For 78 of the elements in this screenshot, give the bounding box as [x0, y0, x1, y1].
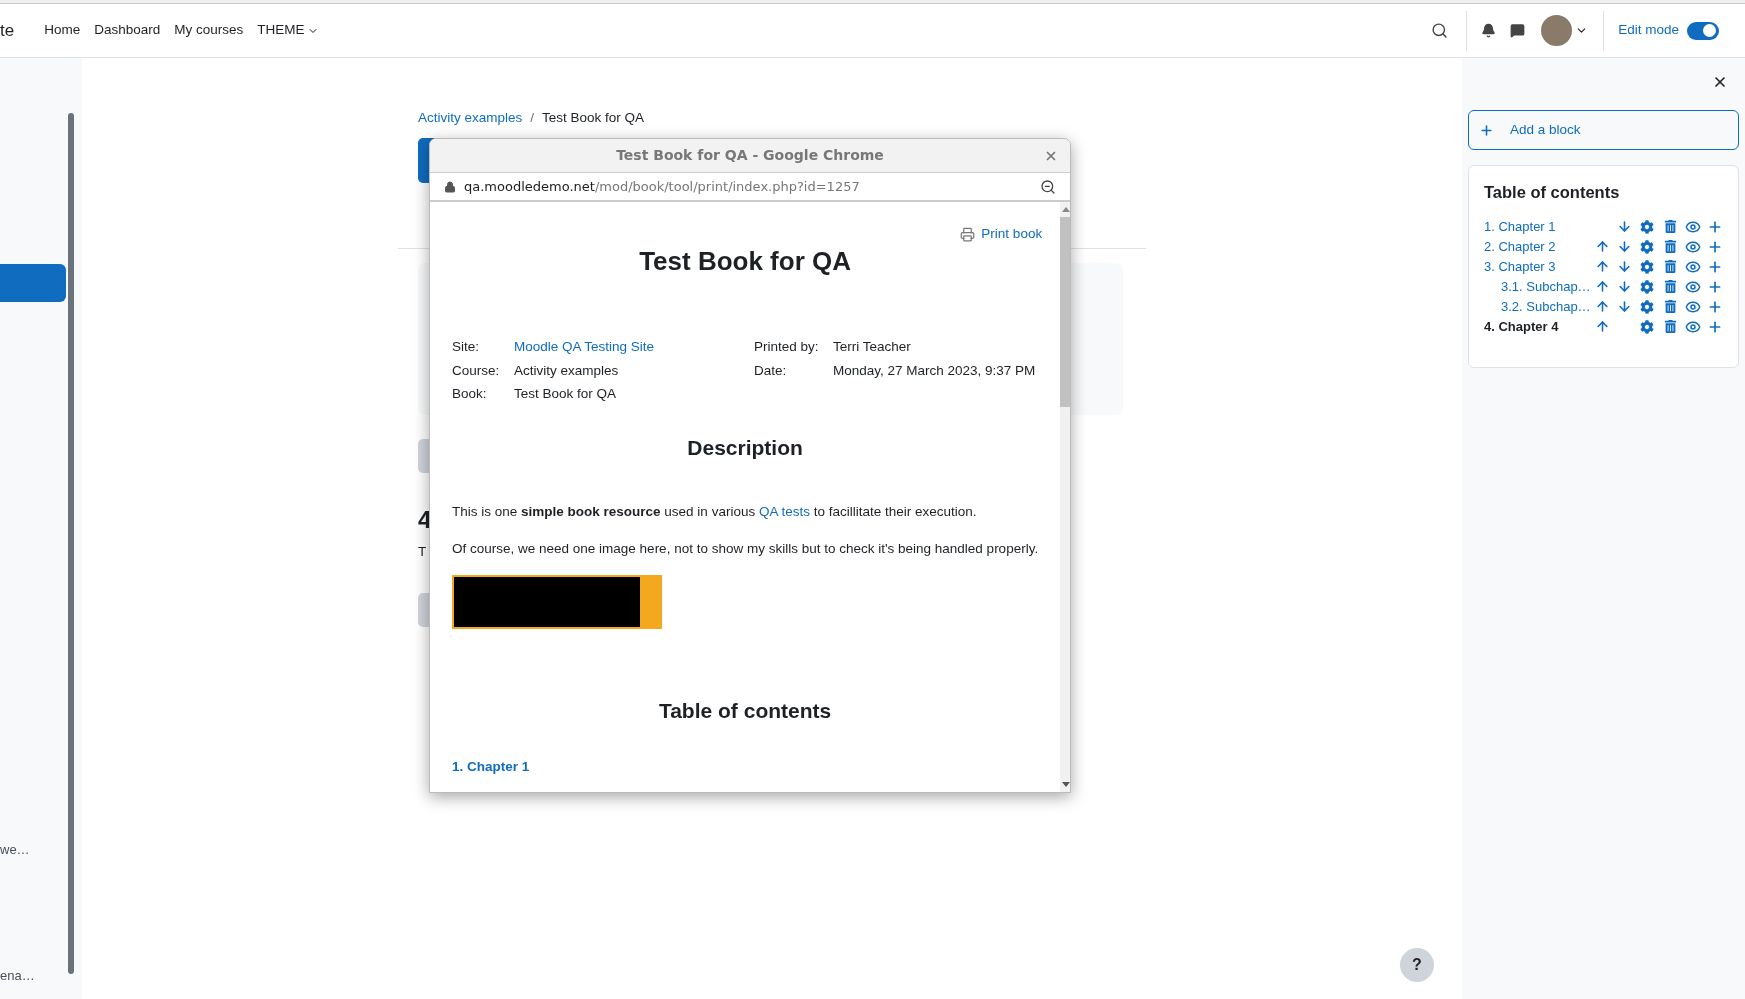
breadcrumb-separator: / — [530, 109, 535, 127]
edit-mode-toggle[interactable] — [1687, 21, 1719, 40]
delete-icon[interactable] — [1664, 280, 1677, 294]
delete-icon[interactable] — [1664, 220, 1677, 234]
book-title: Test Book for QA — [639, 245, 851, 279]
toc-link[interactable]: 3.1. Subchap… — [1484, 277, 1594, 297]
section-heading: 4 — [418, 508, 432, 533]
settings-icon[interactable] — [1640, 219, 1654, 234]
move-up-icon[interactable] — [1594, 279, 1610, 295]
toc-link[interactable]: 3. Chapter 3 — [1484, 257, 1594, 277]
avatar[interactable] — [1541, 15, 1573, 46]
nav-link[interactable]: Dashboard — [94, 20, 161, 41]
move-up-icon[interactable] — [1594, 299, 1610, 315]
toc-link[interactable]: 3.2. Subchap… — [1484, 297, 1594, 317]
plus-icon — [1479, 122, 1494, 138]
settings-icon[interactable] — [1640, 319, 1654, 334]
section-heading: Description — [687, 435, 803, 461]
popup-scrollbar[interactable] — [1060, 202, 1070, 792]
meta-value: Terri Teacher — [833, 338, 911, 357]
url-text: qa.moodledemo.net/mod/book/tool/print/index.php?id=1257 — [464, 177, 860, 196]
toc-link[interactable]: 2. Chapter 2 — [1484, 237, 1594, 257]
zoom-out-icon[interactable] — [1040, 178, 1056, 195]
move-down-icon[interactable] — [1616, 239, 1632, 255]
current-page-label: Test Book for QA — [542, 109, 645, 127]
qa-tests-link[interactable]: QA tests — [758, 503, 810, 519]
section-heading: Table of contents — [658, 698, 832, 724]
bell-icon[interactable] — [1481, 23, 1497, 38]
scroll-up-icon[interactable] — [1061, 207, 1070, 212]
site-link[interactable]: Moodle QA Testing Site — [514, 337, 655, 358]
delete-icon[interactable] — [1664, 240, 1677, 254]
section-text: T — [418, 543, 427, 562]
drawer-item-label[interactable]: ena… — [0, 965, 68, 985]
move-down-icon[interactable] — [1616, 259, 1632, 275]
add-block-button[interactable]: Add a block — [1468, 110, 1739, 150]
scroll-down-icon[interactable] — [1061, 782, 1070, 787]
move-up-icon[interactable] — [1594, 259, 1610, 275]
edit-mode-label: Edit mode — [1618, 21, 1679, 40]
print-book-link[interactable]: Print book — [960, 224, 1043, 245]
meta-value: Activity examples — [514, 361, 619, 380]
printer-icon — [960, 226, 976, 242]
close-icon[interactable] — [1712, 74, 1728, 90]
settings-icon[interactable] — [1640, 279, 1654, 294]
scrollbar[interactable] — [68, 113, 74, 974]
settings-icon[interactable] — [1640, 239, 1654, 254]
delete-icon[interactable] — [1664, 320, 1677, 334]
delete-icon[interactable] — [1664, 260, 1677, 274]
chat-icon[interactable] — [1510, 23, 1526, 38]
move-down-icon[interactable] — [1616, 279, 1632, 295]
breadcrumb-link[interactable]: Activity examples — [418, 108, 523, 129]
chapter-link[interactable]: 1. Chapter 1 — [452, 756, 1039, 777]
meta-label: Book: — [452, 384, 488, 403]
meta-value: Test Book for QA — [514, 384, 617, 403]
toc-link[interactable]: 1. Chapter 1 — [1484, 217, 1594, 237]
paragraph: Of course, we need one image here, not to show my skills but to check it's being handled properly. — [452, 539, 1039, 558]
search-icon[interactable] — [1431, 22, 1449, 39]
nav-link[interactable]: Home — [44, 20, 81, 41]
settings-icon[interactable] — [1640, 259, 1654, 274]
meta-label: Site: — [452, 338, 480, 357]
move-down-icon[interactable] — [1616, 299, 1632, 315]
move-up-icon[interactable] — [1594, 319, 1610, 335]
meta-label: Course: — [452, 361, 501, 380]
paragraph: This is one simple book resource used in various QA tests to facillitate their execution. — [452, 502, 978, 521]
lock-icon — [444, 180, 456, 193]
site-name: te — [0, 19, 15, 42]
move-up-icon[interactable] — [1594, 239, 1610, 255]
block-title: Table of contents — [1484, 182, 1621, 203]
nav-link[interactable]: My courses — [174, 20, 244, 41]
meta-label: Printed by: — [754, 338, 820, 357]
settings-icon[interactable] — [1640, 299, 1654, 314]
meta-value: Monday, 27 March 2023, 9:37 PM — [833, 361, 1036, 380]
popup-title: Test Book for QA - Google Chrome — [616, 146, 884, 165]
delete-icon[interactable] — [1664, 300, 1677, 314]
meta-label: Date: — [754, 361, 788, 380]
nav-link[interactable]: THEME — [257, 20, 319, 41]
toc-link[interactable]: 4. Chapter 4 — [1484, 317, 1594, 337]
help-button[interactable]: ? — [1400, 948, 1434, 982]
move-down-icon[interactable] — [1616, 219, 1632, 235]
drawer-item-label[interactable]: we… — [0, 840, 68, 860]
